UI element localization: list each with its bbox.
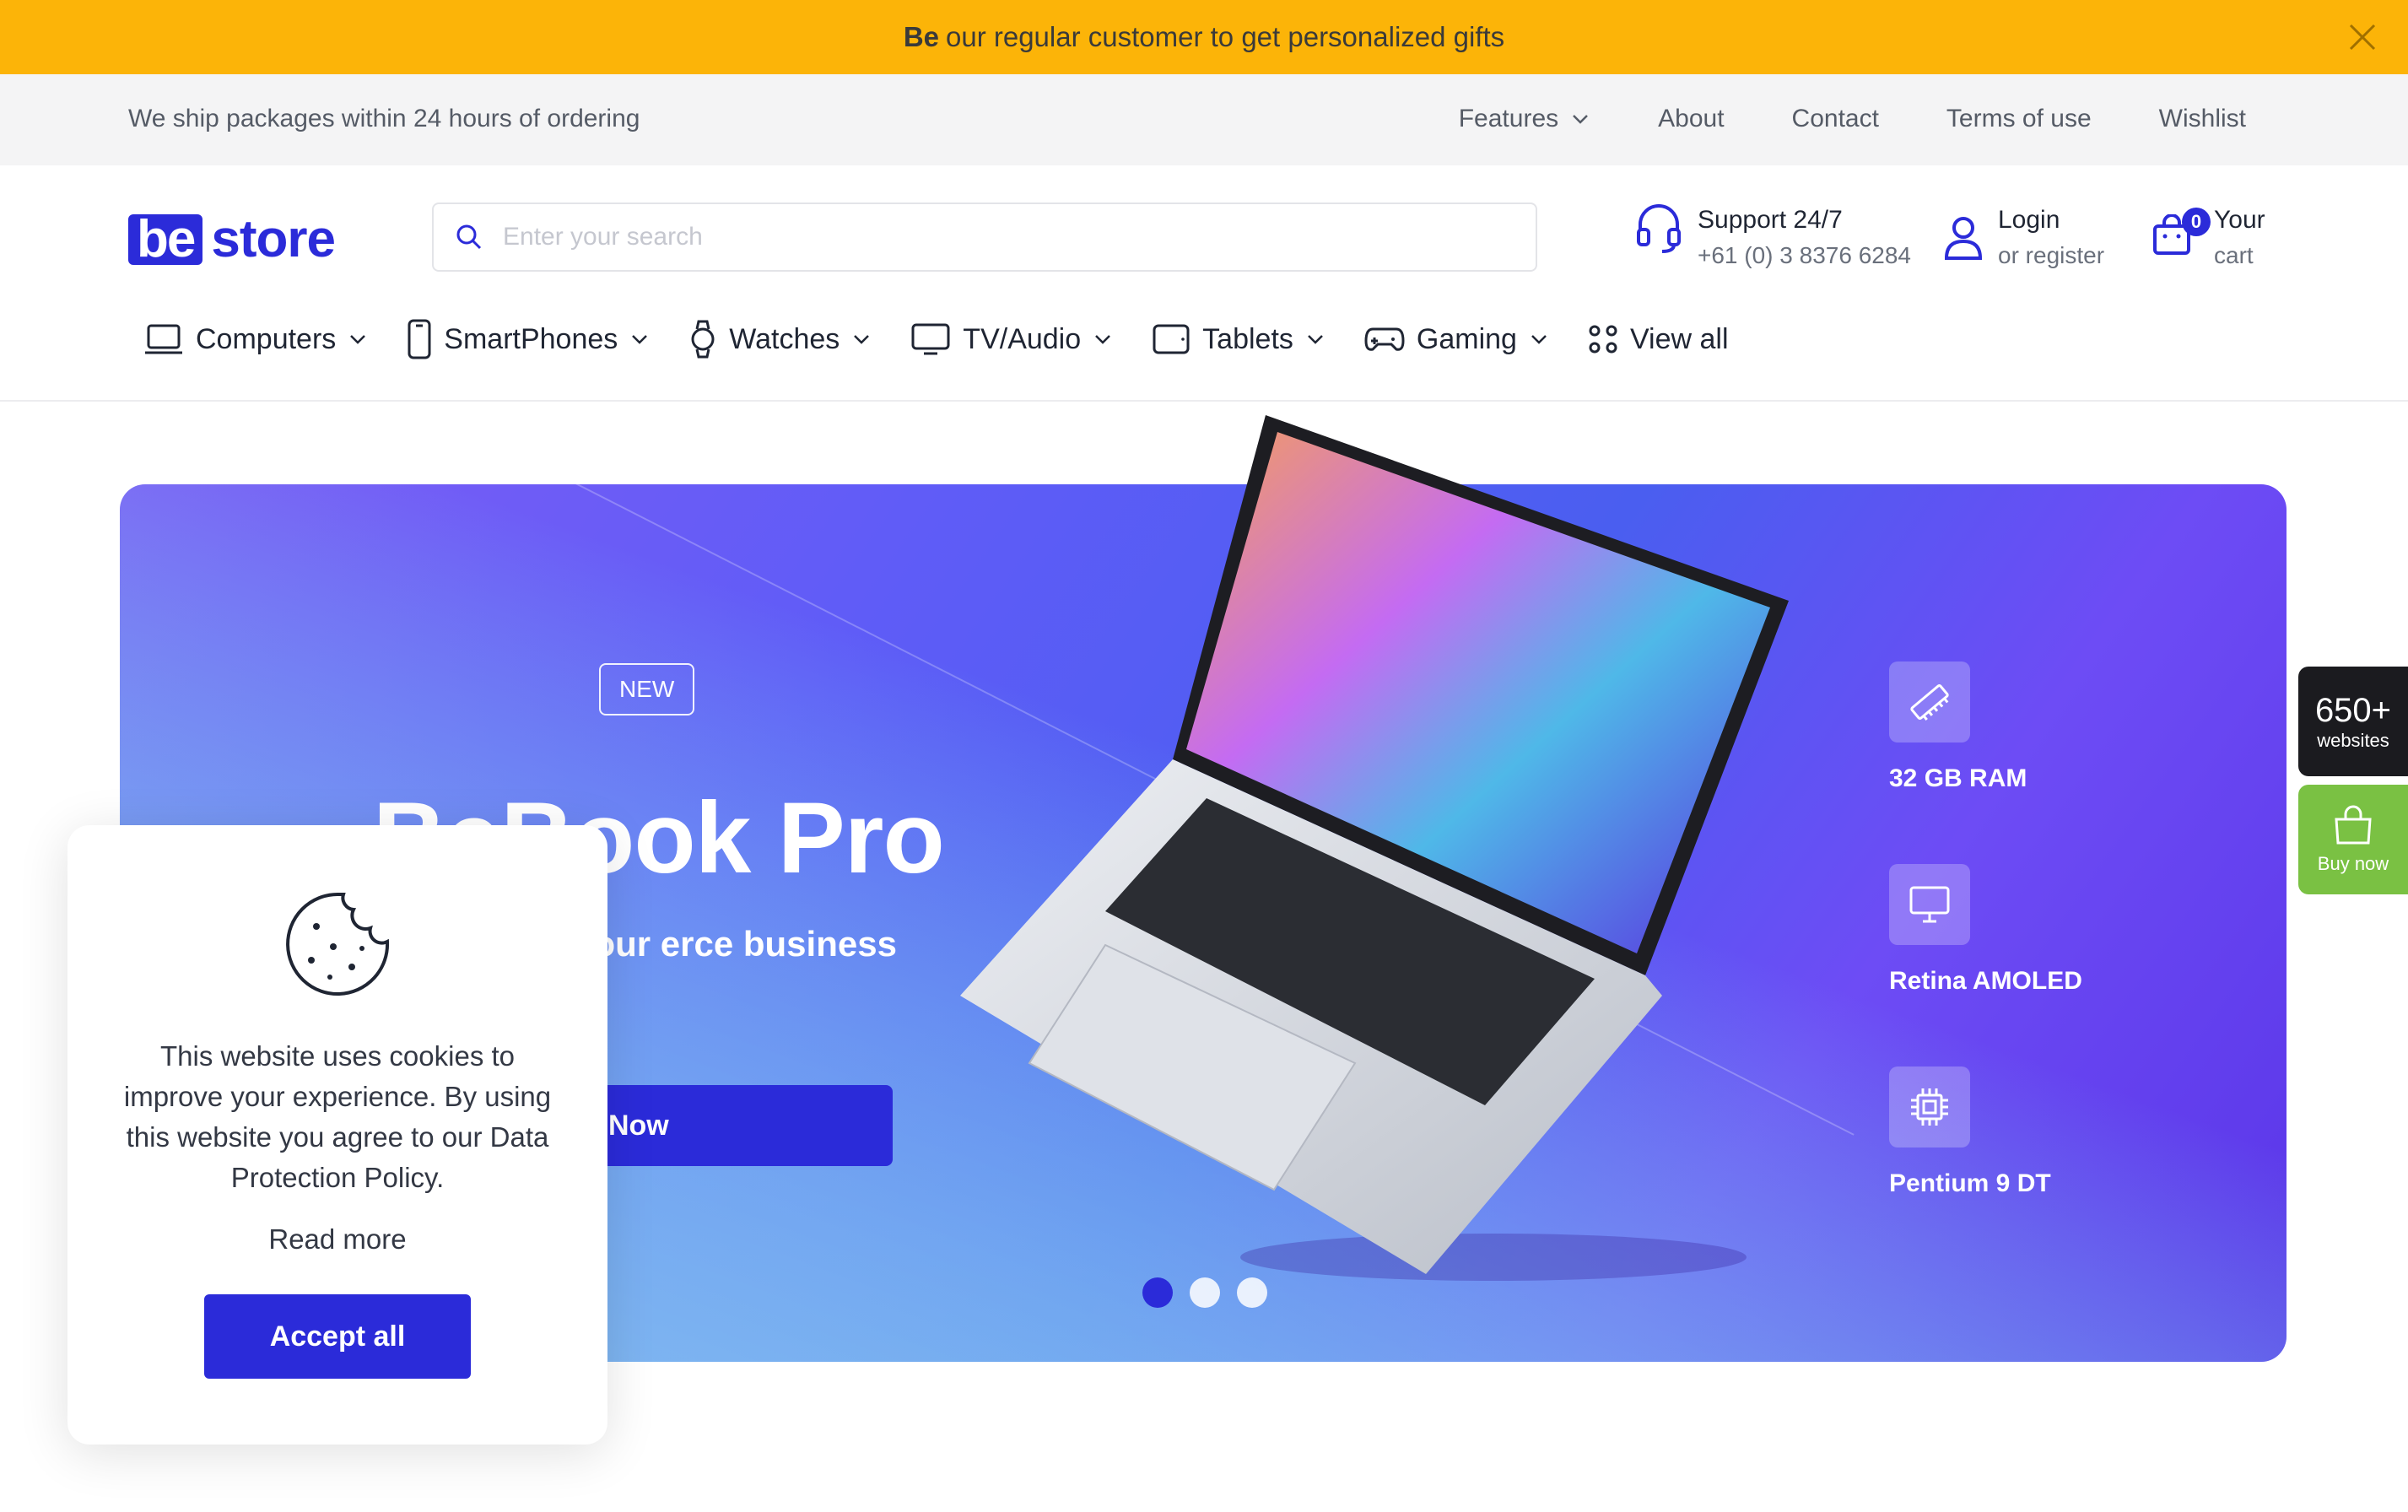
announcement-bar: Be our regular customer to get personali…	[0, 0, 2408, 74]
search-icon	[456, 224, 482, 250]
chevron-down-icon	[1095, 335, 1111, 344]
category-nav: Computers SmartPhones Watches TV/Audio T…	[143, 319, 1729, 359]
chevron-down-icon	[854, 335, 870, 344]
support-info[interactable]: Support 24/7 +61 (0) 3 8376 6284	[1635, 202, 1911, 273]
search-input[interactable]	[503, 223, 1473, 251]
category-label: Computers	[196, 322, 337, 355]
laptop-icon	[145, 324, 182, 354]
category-label: Gaming	[1416, 322, 1517, 355]
chevron-down-icon	[350, 335, 366, 344]
cart[interactable]: 0 Your cart	[2152, 202, 2265, 273]
register-label: or register	[1998, 242, 2105, 268]
category-tv-audio[interactable]: TV/Audio	[910, 319, 1113, 359]
announcement-bold: Be	[903, 21, 939, 52]
new-badge: NEW	[599, 663, 695, 716]
category-label: SmartPhones	[444, 322, 618, 355]
top-link-features[interactable]: Features	[1459, 105, 1590, 133]
spec-label: Retina AMOLED	[1889, 967, 2082, 995]
gamepad-icon	[1364, 327, 1405, 351]
top-links: Features About Contact Terms of use Wish…	[1459, 105, 2246, 133]
cpu-icon	[1889, 1066, 1970, 1148]
grid-dots-icon	[1589, 325, 1617, 354]
category-label: TV/Audio	[963, 322, 1082, 355]
category-label: Tablets	[1202, 322, 1293, 355]
logo[interactable]: be store	[128, 210, 336, 268]
chevron-down-icon	[1573, 115, 1589, 124]
memory-icon	[1889, 662, 1970, 742]
buy-now-widget[interactable]: Buy now	[2298, 785, 2408, 894]
top-link-contact[interactable]: Contact	[1792, 105, 1879, 133]
top-bar: We ship packages within 24 hours of orde…	[0, 74, 2408, 165]
top-link-about[interactable]: About	[1658, 105, 1724, 133]
shipping-note: We ship packages within 24 hours of orde…	[128, 105, 640, 132]
spec-cpu: Pentium 9 DT	[1889, 1066, 2051, 1198]
spec-display: Retina AMOLED	[1889, 864, 2082, 996]
spec-ram: 32 GB RAM	[1889, 662, 2027, 793]
top-link-terms[interactable]: Terms of use	[1946, 105, 2092, 133]
logo-store: store	[211, 210, 336, 268]
cart-sub: cart	[2214, 242, 2254, 268]
accept-all-button[interactable]: Accept all	[204, 1294, 471, 1379]
websites-count-widget[interactable]: 650+ websites	[2298, 667, 2408, 776]
headset-icon	[1637, 204, 1681, 253]
cookie-text: This website uses cookies to improve you…	[123, 1040, 552, 1193]
monitor-icon	[1889, 864, 1970, 945]
chevron-down-icon	[1308, 335, 1323, 344]
announcement-text: our regular customer to get personalized…	[946, 21, 1505, 52]
category-label: View all	[1629, 322, 1729, 355]
user-icon	[1944, 217, 1983, 260]
cart-title: Your	[2214, 206, 2265, 234]
close-icon[interactable]	[2347, 22, 2378, 52]
category-gaming[interactable]: Gaming	[1364, 319, 1549, 359]
category-computers[interactable]: Computers	[143, 319, 368, 359]
category-watches[interactable]: Watches	[688, 319, 872, 359]
header-divider	[0, 400, 2408, 402]
login-label: Login	[1998, 206, 2060, 234]
category-view-all[interactable]: View all	[1588, 319, 1729, 359]
category-tablets[interactable]: Tablets	[1152, 319, 1325, 359]
tablet-icon	[1153, 324, 1190, 354]
cookie-icon	[286, 893, 390, 996]
spec-label: Pentium 9 DT	[1889, 1169, 2051, 1197]
laptop-image	[960, 415, 1789, 1281]
logo-be: be	[128, 213, 203, 266]
shopping-bag-icon	[2335, 805, 2372, 845]
top-link-wishlist[interactable]: Wishlist	[2159, 105, 2246, 133]
spec-label: 32 GB RAM	[1889, 764, 2027, 792]
chevron-down-icon	[632, 335, 648, 344]
login-register[interactable]: Login or register	[1944, 202, 2104, 273]
category-label: Watches	[729, 322, 840, 355]
support-phone: +61 (0) 3 8376 6284	[1698, 242, 1911, 268]
category-smartphones[interactable]: SmartPhones	[407, 319, 650, 359]
websites-count: 650+	[2314, 691, 2392, 729]
read-more-link[interactable]: Read more	[67, 1223, 607, 1256]
support-title: Support 24/7	[1698, 206, 1843, 234]
websites-label: websites	[2317, 729, 2389, 751]
cookie-popup: This website uses cookies to improve you…	[67, 825, 607, 1444]
buy-now-label: Buy now	[2317, 853, 2389, 874]
chevron-down-icon	[1531, 335, 1547, 344]
smartphone-icon	[408, 319, 431, 359]
search-box[interactable]	[432, 202, 1537, 272]
top-link-features-label: Features	[1458, 105, 1559, 132]
watch-icon	[691, 320, 715, 359]
cart-count-badge: 0	[2182, 208, 2211, 236]
tv-icon	[911, 323, 950, 355]
